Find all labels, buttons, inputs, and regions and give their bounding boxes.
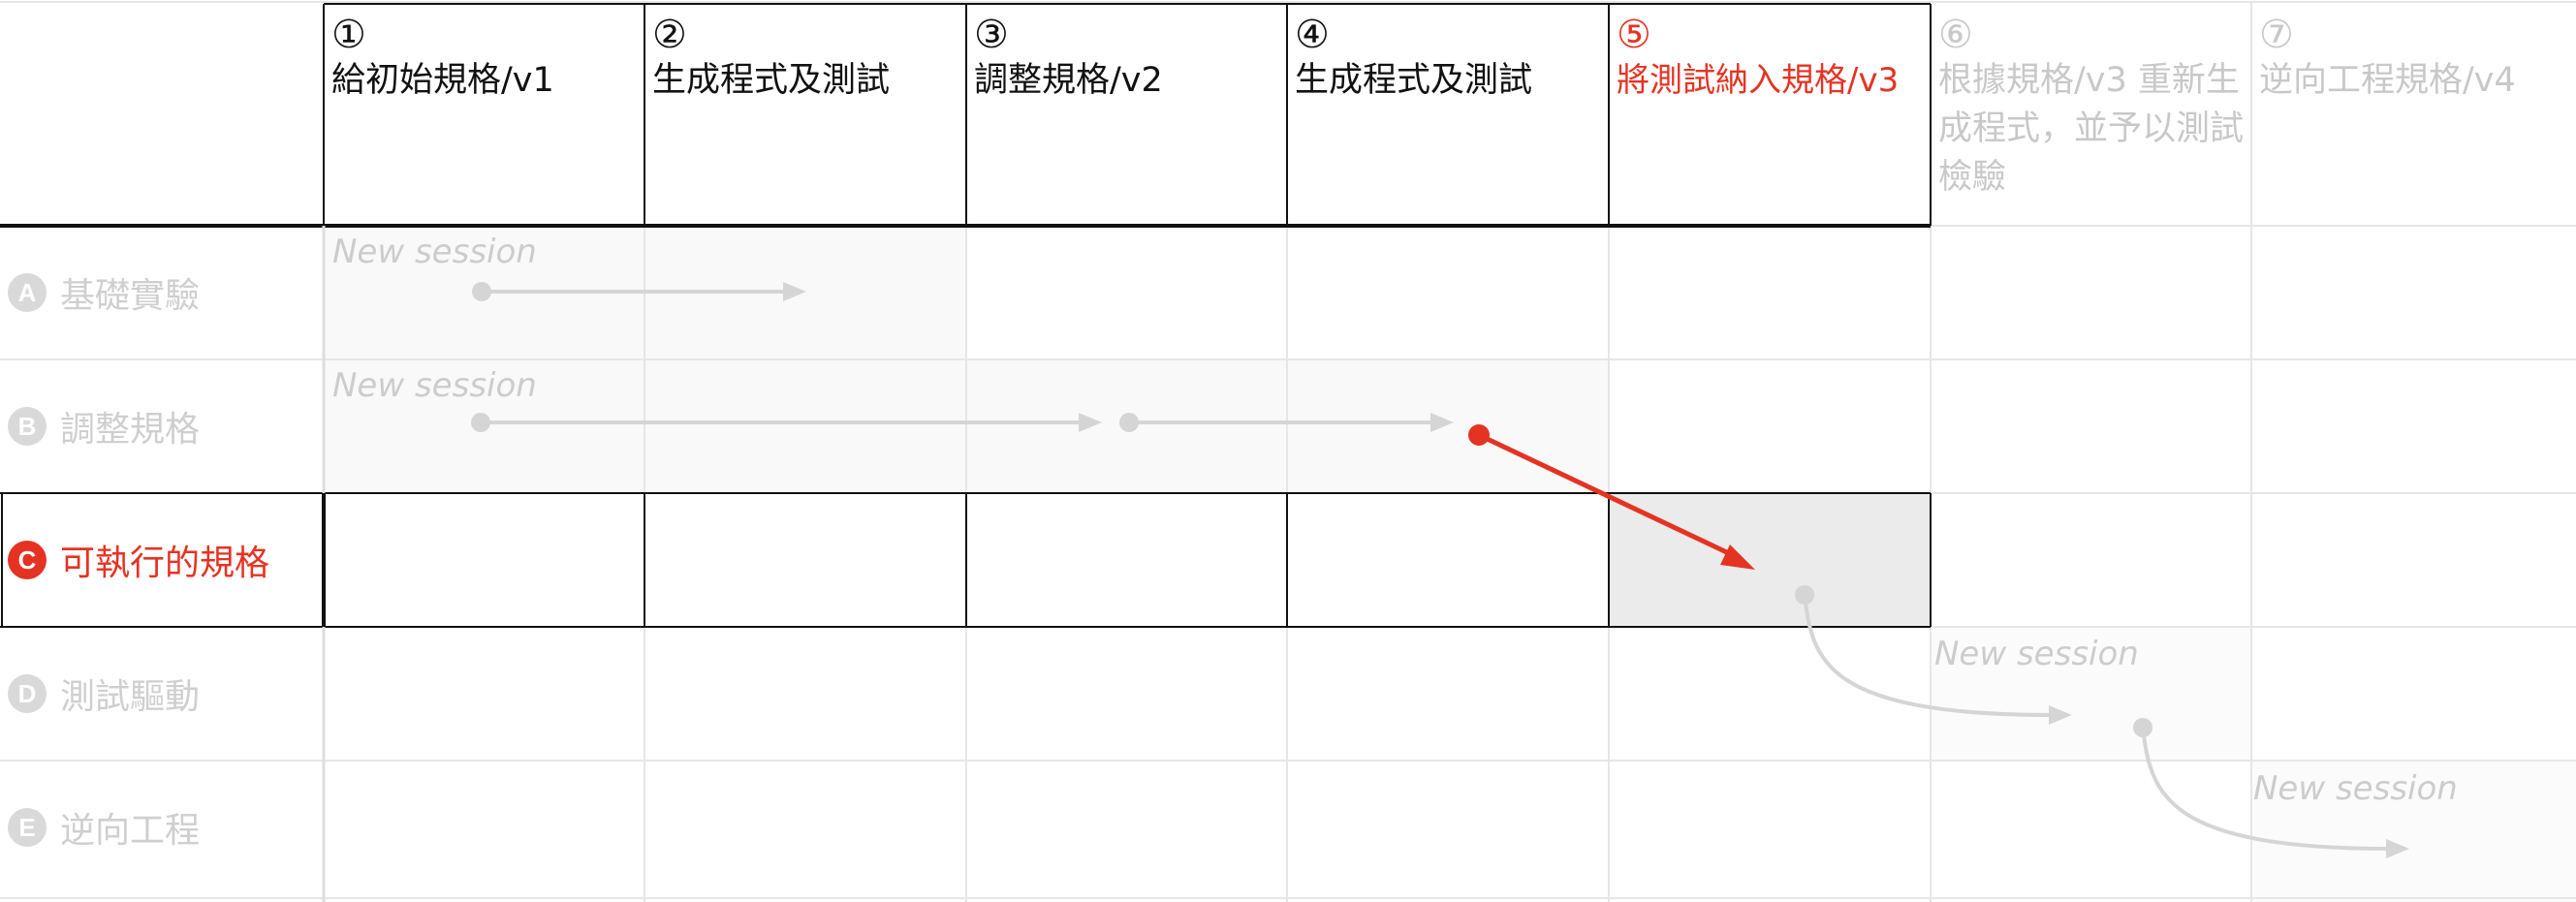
badge-d-icon: D — [8, 674, 47, 713]
step-title: 逆向工程規格/v4 — [2259, 61, 2516, 100]
step-title: 將測試納入規格/v3 — [1617, 61, 1900, 100]
step-number: ③ — [974, 14, 1009, 56]
column-header-4: ④ 生成程式及測試 — [1287, 14, 1609, 217]
session-label-a: New session — [332, 233, 537, 271]
dot-icon — [1795, 585, 1814, 605]
row-label-c: C 可執行的規格 — [8, 493, 269, 627]
badge-e-icon: E — [8, 808, 47, 847]
step-title: 給初始規格/v1 — [331, 61, 554, 100]
row-label-text: 調整規格 — [60, 410, 201, 450]
column-header-1: ① 給初始規格/v1 — [324, 14, 644, 217]
row-label-b: B 調整規格 — [8, 359, 200, 493]
step-number: ① — [331, 14, 366, 56]
row-label-a: A 基礎實驗 — [8, 226, 200, 359]
row-label-d: D 測試驅動 — [8, 627, 200, 761]
session-label-d: New session — [1934, 635, 2139, 673]
dot-icon — [1119, 413, 1139, 432]
column-header-3: ③ 調整規格/v2 — [966, 14, 1287, 217]
workflow-diagram: ① 給初始規格/v1 ② 生成程式及測試 ③ 調整規格/v2 ④ 生成程式及測試… — [0, 0, 2576, 902]
badge-c-icon: C — [8, 541, 47, 579]
dot-icon — [471, 413, 490, 432]
step-number: ⑤ — [1617, 14, 1651, 56]
step-number: ⑦ — [2259, 14, 2294, 56]
session-label-b: New session — [332, 366, 537, 405]
step-number: ⑥ — [1938, 14, 1973, 56]
column-header-5: ⑤ 將測試納入規格/v3 — [1609, 14, 1931, 217]
column-header-6: ⑥ 根據規格/v3 重新生成程式，並予以測試檢驗 — [1931, 14, 2251, 217]
row-label-text: 測試驅動 — [60, 677, 201, 717]
badge-b-icon: B — [8, 407, 47, 446]
highlight-cell-c5 — [1609, 493, 1931, 627]
row-label-e: E 逆向工程 — [8, 761, 200, 894]
row-label-text: 基礎實驗 — [60, 276, 201, 316]
badge-a-icon: A — [8, 273, 47, 312]
step-title: 根據規格/v3 重新生成程式，並予以測試檢驗 — [1938, 61, 2245, 197]
step-number: ② — [652, 14, 687, 56]
column-header-2: ② 生成程式及測試 — [644, 14, 966, 217]
dot-icon — [1468, 424, 1490, 446]
step-number: ④ — [1295, 14, 1330, 56]
dot-icon — [2133, 718, 2152, 737]
dot-icon — [472, 282, 491, 301]
step-title: 生成程式及測試 — [652, 61, 891, 100]
row-label-text: 逆向工程 — [60, 811, 201, 851]
column-header-7: ⑦ 逆向工程規格/v4 — [2251, 14, 2576, 217]
row-label-text: 可執行的規格 — [60, 544, 270, 583]
step-title: 生成程式及測試 — [1295, 61, 1533, 100]
step-title: 調整規格/v2 — [974, 61, 1163, 100]
session-label-e: New session — [2253, 769, 2458, 808]
